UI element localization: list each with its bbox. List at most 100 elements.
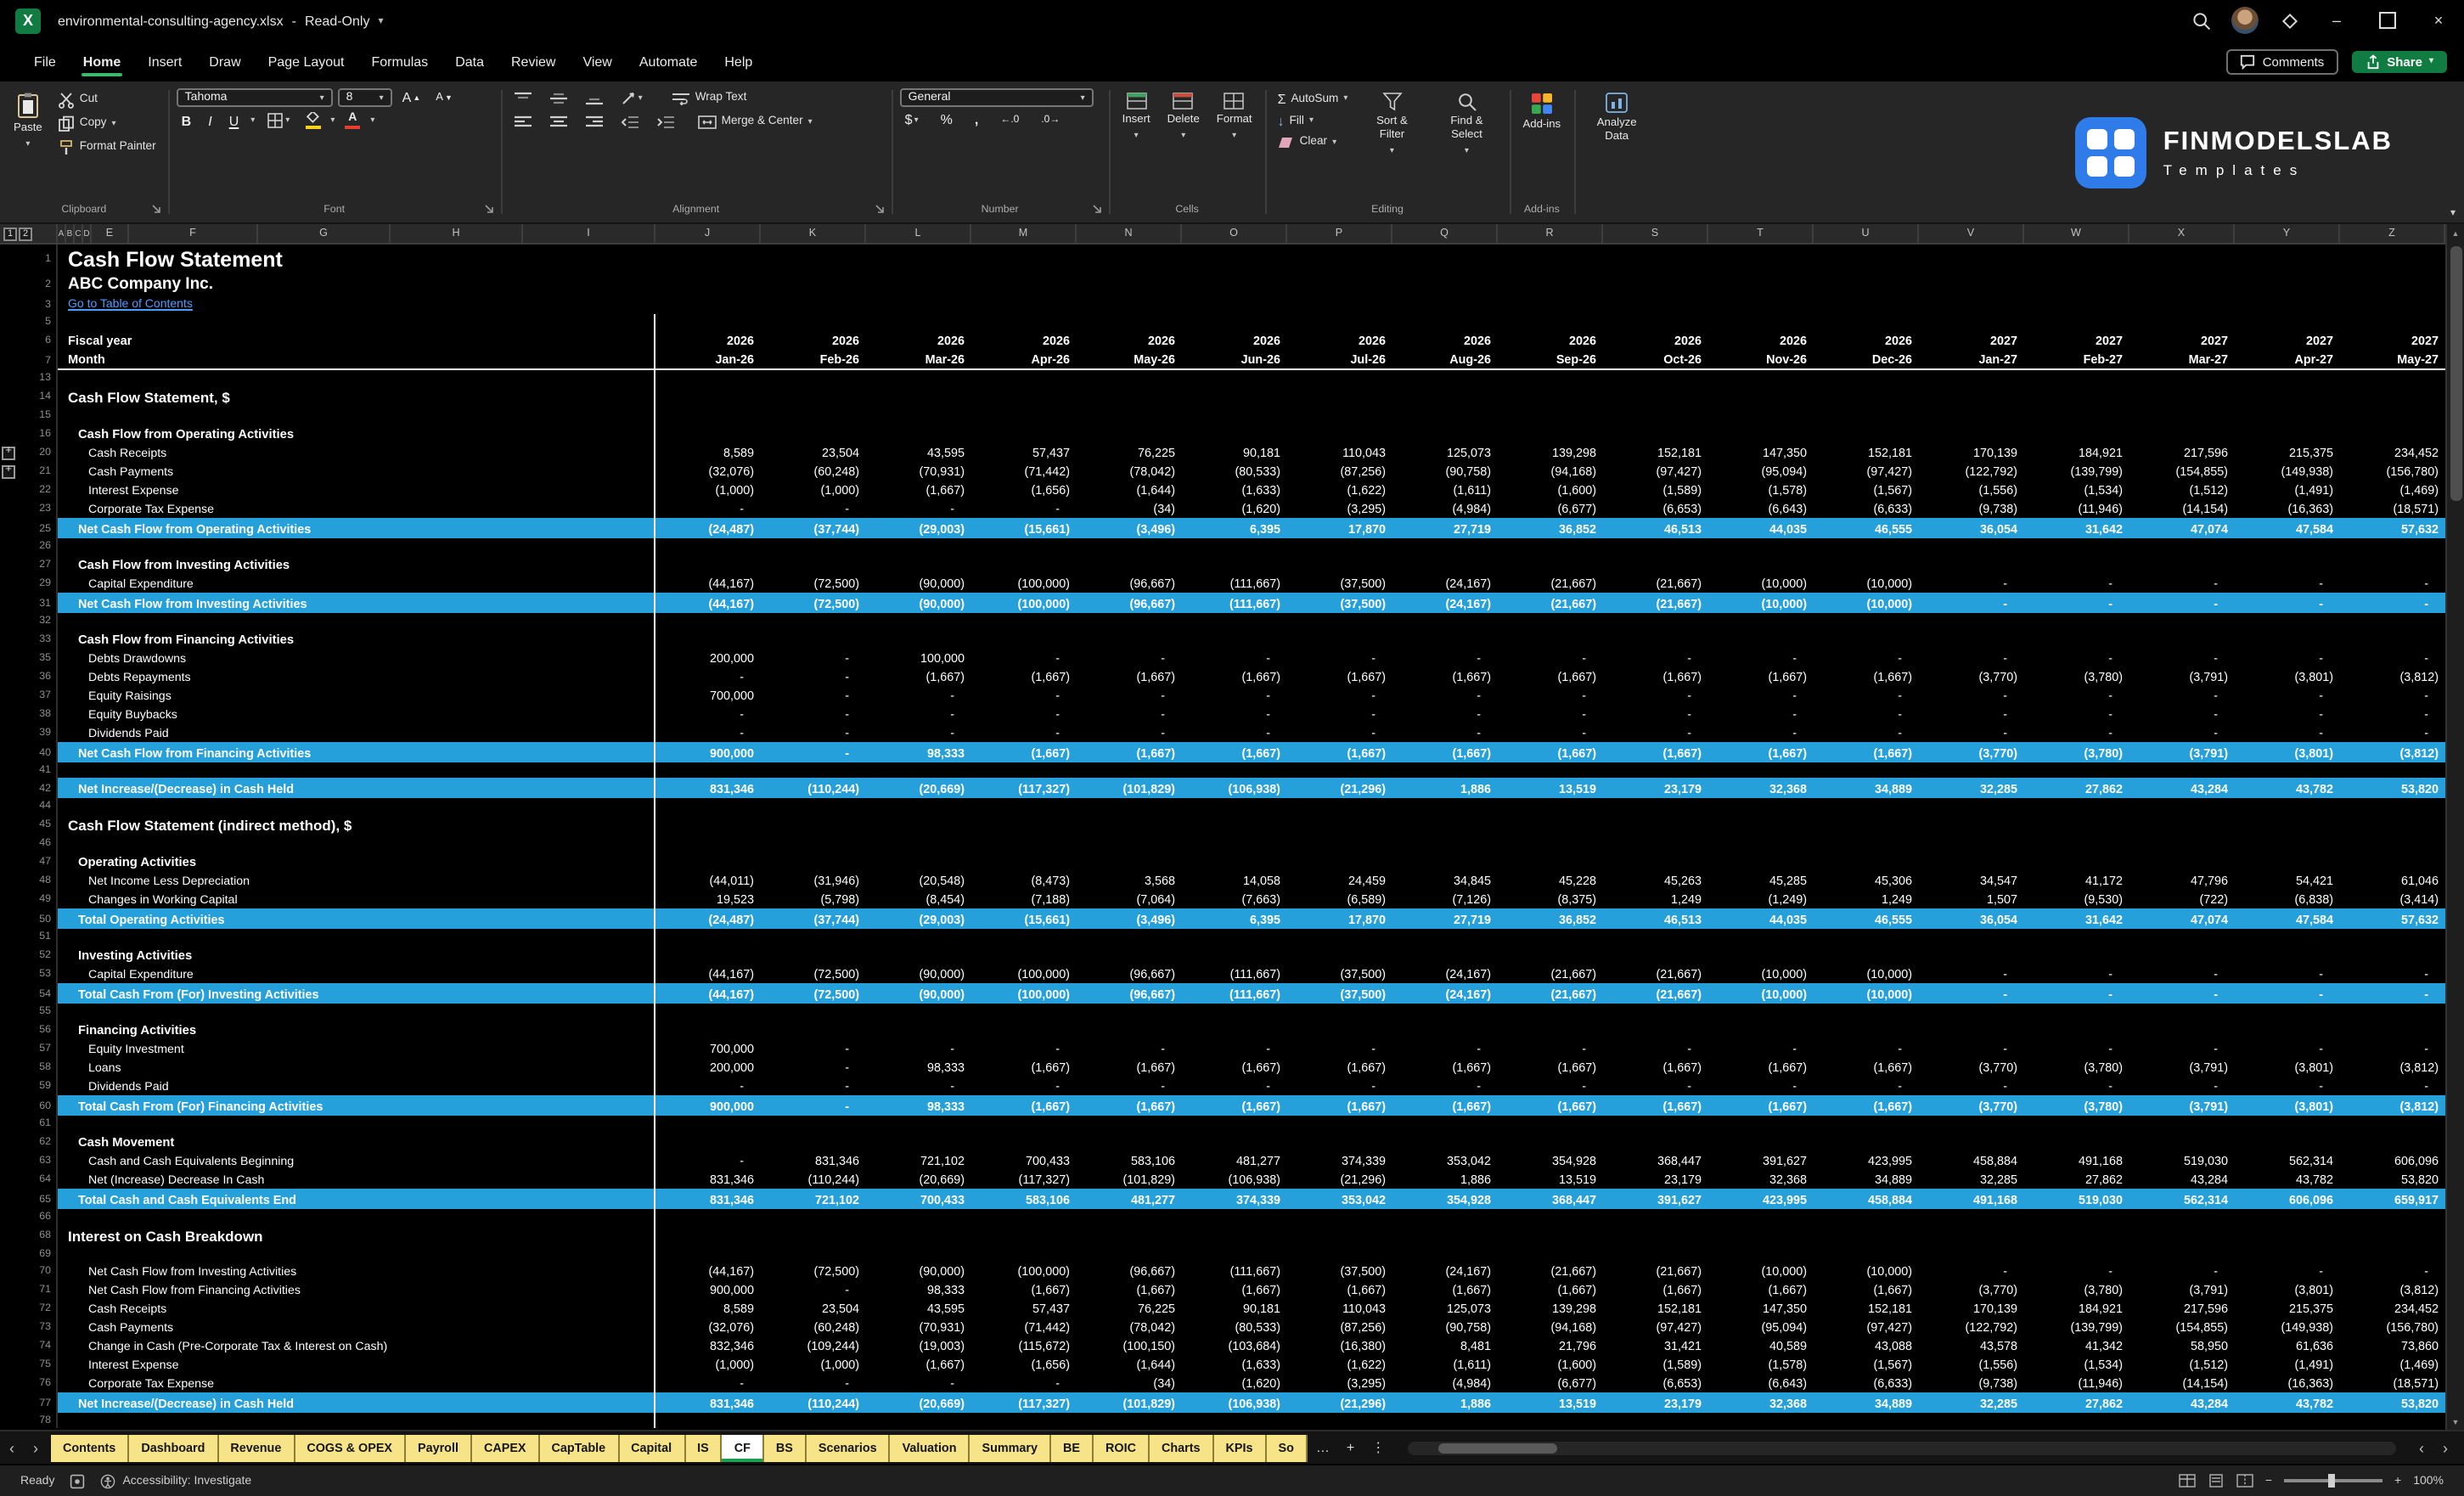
- cell[interactable]: (4,984): [1392, 1374, 1498, 1392]
- cell[interactable]: [1498, 1413, 1603, 1428]
- cell[interactable]: 32,285: [1919, 1392, 2024, 1413]
- cell[interactable]: [1708, 1246, 1814, 1262]
- cell[interactable]: -: [2024, 983, 2129, 1004]
- cell[interactable]: [1287, 613, 1392, 628]
- cell[interactable]: [1077, 798, 1182, 813]
- cell[interactable]: [1814, 835, 1919, 851]
- cell[interactable]: [1077, 245, 1182, 273]
- cell[interactable]: (37,744): [761, 518, 866, 538]
- cell[interactable]: 23,504: [761, 1299, 866, 1318]
- cell[interactable]: 36,054: [1919, 518, 2024, 538]
- row-label-cell[interactable]: Interest Expense: [58, 1355, 655, 1374]
- cell[interactable]: [1392, 245, 1498, 273]
- cell[interactable]: [1287, 1224, 1392, 1246]
- cell[interactable]: (6,653): [1603, 499, 1708, 518]
- cell[interactable]: [1182, 385, 1287, 408]
- cell[interactable]: (10,000): [1708, 1262, 1814, 1280]
- row-header-45[interactable]: 45: [19, 813, 58, 835]
- cell[interactable]: [1077, 295, 1182, 314]
- row-label-cell[interactable]: [58, 1116, 655, 1131]
- cell[interactable]: (115,672): [971, 1336, 1077, 1355]
- cell[interactable]: (16,363): [2235, 499, 2340, 518]
- cell[interactable]: [761, 385, 866, 408]
- cell[interactable]: 562,314: [2235, 1151, 2340, 1170]
- cell[interactable]: [971, 813, 1077, 835]
- row-header-59[interactable]: 59: [19, 1077, 58, 1095]
- cell[interactable]: [2340, 554, 2445, 574]
- cell[interactable]: [761, 1224, 866, 1246]
- cell[interactable]: (1,667): [1814, 742, 1919, 762]
- cell[interactable]: Jul-26: [1287, 350, 1392, 368]
- cell[interactable]: -: [866, 1039, 971, 1058]
- cell[interactable]: (1,000): [655, 1355, 761, 1374]
- cell[interactable]: (1,667): [1392, 1280, 1498, 1299]
- cell[interactable]: -: [1919, 1077, 2024, 1095]
- cell[interactable]: [2235, 1019, 2340, 1039]
- row-header-65[interactable]: 65: [19, 1189, 58, 1209]
- cell[interactable]: [1814, 1116, 1919, 1131]
- row-label-cell[interactable]: Financing Activities: [58, 1019, 655, 1039]
- cell[interactable]: (1,667): [1077, 1095, 1182, 1116]
- cell[interactable]: [971, 929, 1077, 944]
- cell[interactable]: -: [1498, 1039, 1603, 1058]
- cell[interactable]: (149,938): [2235, 462, 2340, 481]
- cell[interactable]: (1,667): [1498, 1058, 1603, 1077]
- cell[interactable]: [655, 628, 761, 649]
- cell[interactable]: [1919, 245, 2024, 273]
- cell[interactable]: -: [2340, 1077, 2445, 1095]
- cell[interactable]: 147,350: [1708, 1299, 1814, 1318]
- menu-tab-formulas[interactable]: Formulas: [358, 45, 442, 77]
- cell[interactable]: [761, 554, 866, 574]
- row-header-62[interactable]: 62: [19, 1131, 58, 1151]
- cell[interactable]: 1,886: [1392, 1392, 1498, 1413]
- cell[interactable]: -: [1287, 1039, 1392, 1058]
- row-label-cell[interactable]: Cash Flow from Financing Activities: [58, 628, 655, 649]
- cell[interactable]: [2024, 813, 2129, 835]
- cell[interactable]: (24,167): [1392, 593, 1498, 613]
- cell[interactable]: [971, 851, 1077, 871]
- row-label-cell[interactable]: Cash and Cash Equivalents Beginning: [58, 1151, 655, 1170]
- row-header-2[interactable]: 2: [19, 273, 58, 295]
- cell[interactable]: (44,011): [655, 871, 761, 890]
- cell[interactable]: [1919, 295, 2024, 314]
- cell[interactable]: 354,928: [1392, 1189, 1498, 1209]
- cell[interactable]: -: [866, 499, 971, 518]
- cell[interactable]: [1498, 813, 1603, 835]
- cell[interactable]: (1,633): [1182, 1355, 1287, 1374]
- row-header-26[interactable]: 26: [19, 538, 58, 554]
- cell[interactable]: (1,667): [1603, 1095, 1708, 1116]
- cell[interactable]: 45,285: [1708, 871, 1814, 890]
- cell[interactable]: [1919, 798, 2024, 813]
- cell[interactable]: 458,884: [1919, 1151, 2024, 1170]
- cell[interactable]: [1287, 1004, 1392, 1019]
- cell[interactable]: [1814, 295, 1919, 314]
- cell[interactable]: (3,496): [1077, 518, 1182, 538]
- cell[interactable]: 110,043: [1287, 443, 1392, 462]
- cell[interactable]: (44,167): [655, 1262, 761, 1280]
- cell[interactable]: 391,627: [1708, 1151, 1814, 1170]
- cell[interactable]: [1498, 929, 1603, 944]
- cell[interactable]: -: [761, 742, 866, 762]
- cell[interactable]: -: [2024, 1077, 2129, 1095]
- cell[interactable]: [1182, 929, 1287, 944]
- cell[interactable]: -: [2235, 574, 2340, 593]
- column-header-C[interactable]: C: [75, 224, 83, 243]
- row-label-cell[interactable]: [58, 762, 655, 778]
- analyze-data-button[interactable]: Analyze Data: [1583, 88, 1651, 148]
- cell[interactable]: -: [1603, 723, 1708, 742]
- cell[interactable]: -: [655, 723, 761, 742]
- sheet-tab-revenue[interactable]: Revenue: [218, 1434, 295, 1461]
- cell[interactable]: -: [761, 499, 866, 518]
- cell[interactable]: [1919, 762, 2024, 778]
- row-header-38[interactable]: 38: [19, 705, 58, 723]
- cell[interactable]: (72,500): [761, 983, 866, 1004]
- row-label-cell[interactable]: [58, 1209, 655, 1224]
- cell[interactable]: 17,870: [1287, 518, 1392, 538]
- cell[interactable]: (111,667): [1182, 1262, 1287, 1280]
- cell[interactable]: [2340, 1209, 2445, 1224]
- cell[interactable]: 1,249: [1814, 890, 1919, 908]
- cell[interactable]: [1077, 1209, 1182, 1224]
- cell[interactable]: 47,074: [2129, 908, 2235, 929]
- cell[interactable]: (122,792): [1919, 1318, 2024, 1336]
- cell[interactable]: [2340, 423, 2445, 443]
